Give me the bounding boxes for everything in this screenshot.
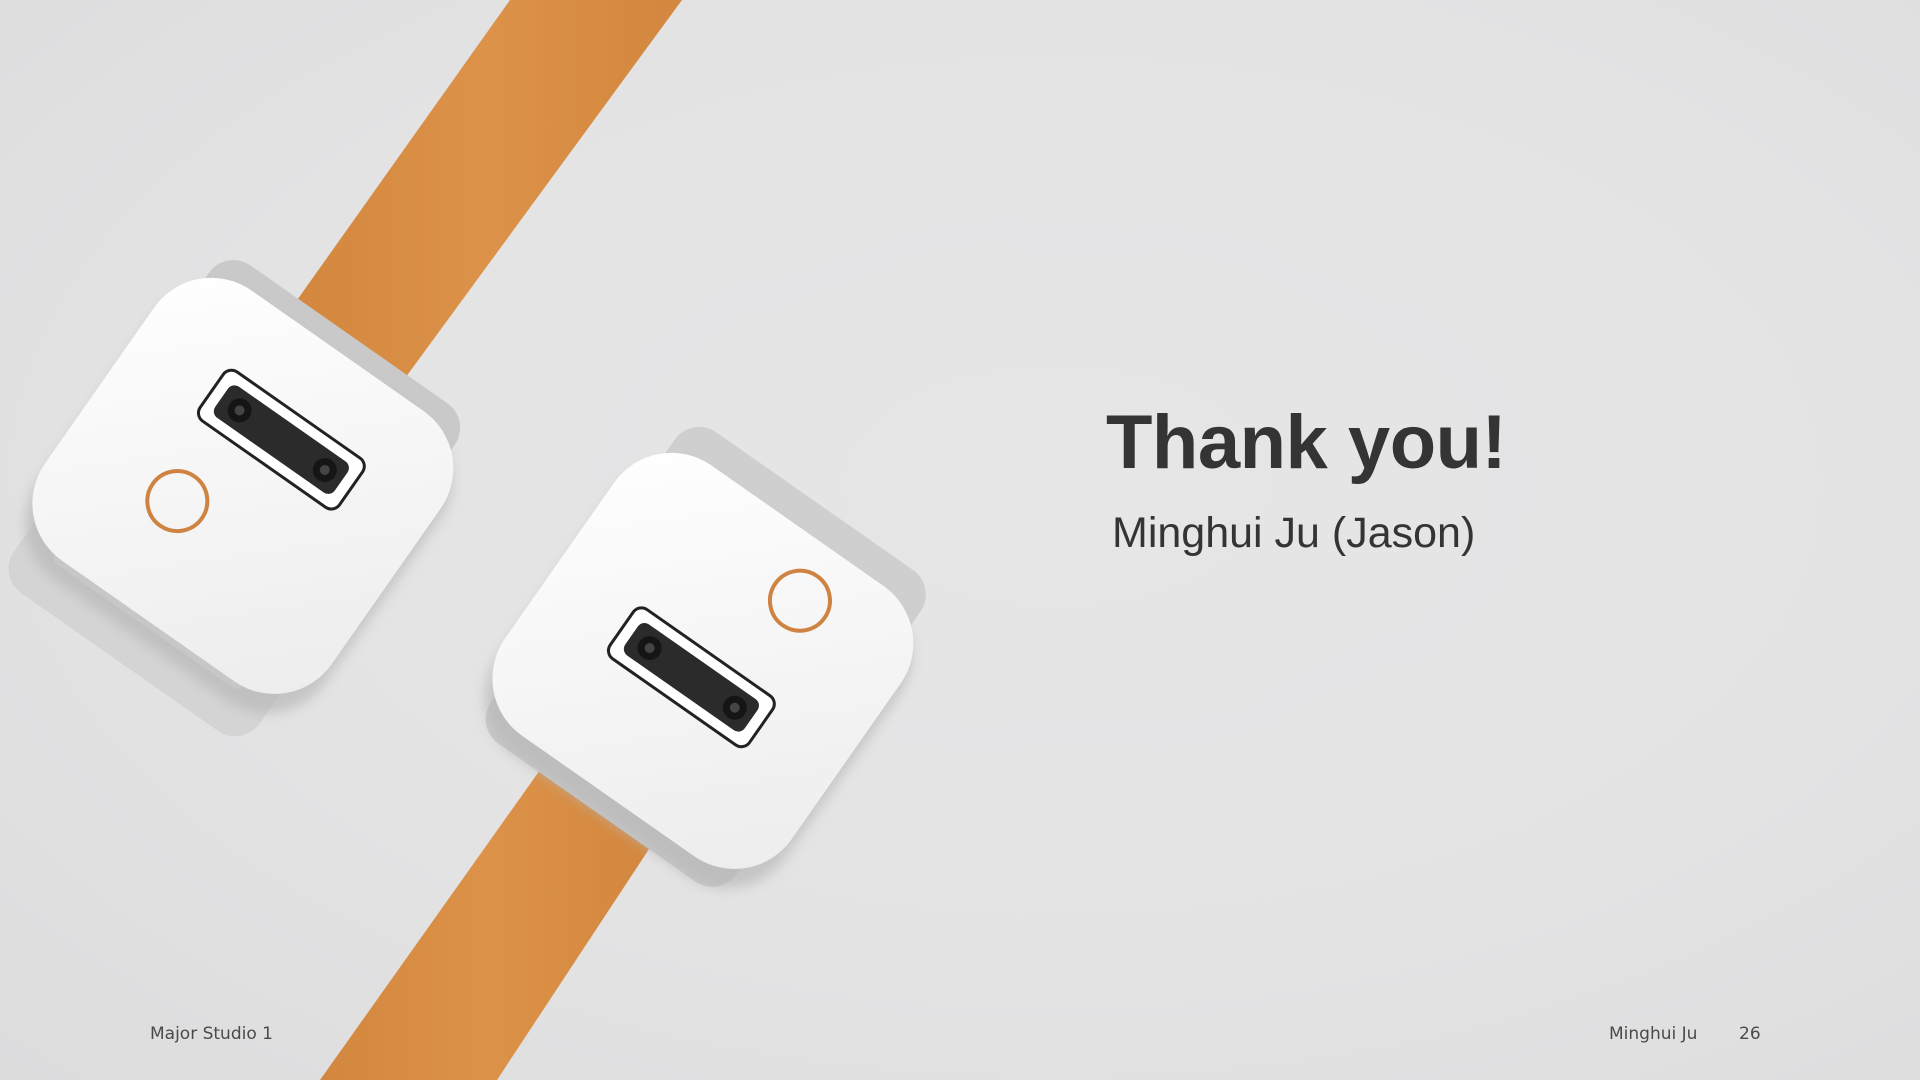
footer-author: Minghui Ju [1609,1024,1698,1044]
page-number: 26 [1739,1024,1761,1044]
wearable-device-illustration [8,0,926,1080]
slide-subtitle: Minghui Ju (Jason) [1112,509,1476,557]
slide-title: Thank you! [1106,400,1507,485]
strap-top [290,0,682,385]
footer-course: Major Studio 1 [150,1024,273,1044]
slide: Thank you! Minghui Ju (Jason) Major Stud… [0,0,1920,1080]
